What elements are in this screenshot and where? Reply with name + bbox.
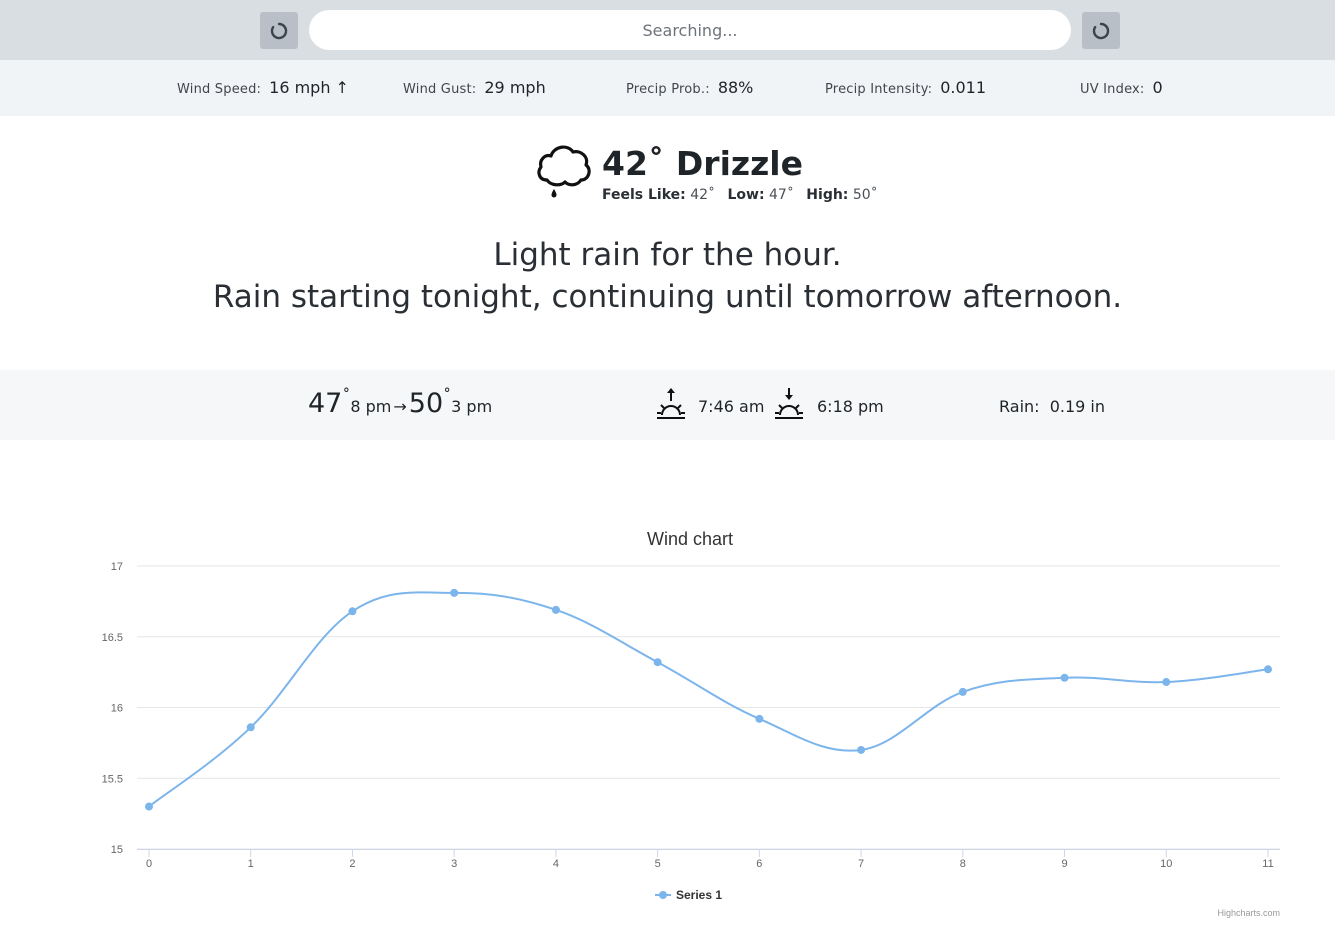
x-tick-label: 0 bbox=[146, 858, 152, 870]
refresh-button-right[interactable] bbox=[1082, 12, 1120, 49]
chart-title: Wind chart bbox=[647, 529, 733, 549]
x-tick-label: 2 bbox=[349, 858, 355, 870]
sunrise-icon bbox=[657, 388, 685, 419]
temp-low-time: 8 pm bbox=[350, 397, 392, 416]
current-headline: 42˚ Drizzle bbox=[602, 144, 803, 183]
stat-uv-index: UV Index: 0 bbox=[1080, 78, 1163, 98]
data-point[interactable] bbox=[755, 714, 764, 723]
stat-value: 0.011 bbox=[940, 78, 987, 97]
x-tick-label: 9 bbox=[1061, 858, 1067, 870]
feels-like-value: 42˚ bbox=[690, 187, 716, 203]
wind-chart: Wind chart 15 15.5 16 16.5 17 0 1 2 3 4 5 6 7 8 9 10 11… bbox=[102, 529, 1280, 918]
stat-label: Wind Gust: bbox=[403, 82, 477, 97]
daily-strip: 47˚8 pm →50˚3 pm 7:46 am 6:18 pm Rain: 0.… bbox=[0, 370, 1335, 440]
refresh-icon bbox=[270, 22, 288, 40]
sunrise-time: 7:46 am bbox=[698, 397, 765, 416]
data-point[interactable] bbox=[551, 605, 560, 614]
data-point[interactable] bbox=[246, 723, 255, 732]
chart-legend[interactable]: Series 1 bbox=[655, 888, 722, 902]
x-tick-label: 5 bbox=[655, 858, 661, 870]
y-tick-label: 15 bbox=[111, 844, 123, 856]
summary-line-1: Light rain for the hour. bbox=[493, 237, 842, 273]
stat-value: 88% bbox=[717, 78, 754, 97]
low-value: 47˚ bbox=[769, 187, 794, 203]
y-tick-label: 16.5 bbox=[102, 632, 123, 644]
stat-precip-prob: Precip Prob.: 88% bbox=[626, 78, 753, 98]
legend-label[interactable]: Series 1 bbox=[676, 888, 722, 902]
data-point[interactable] bbox=[450, 588, 459, 597]
sunset-icon bbox=[775, 388, 803, 419]
data-point[interactable] bbox=[1060, 673, 1069, 682]
data-point[interactable] bbox=[857, 745, 866, 754]
legend-marker bbox=[659, 891, 667, 899]
drizzle-cloud-icon bbox=[537, 145, 591, 198]
data-point[interactable] bbox=[958, 687, 967, 696]
temp-high-time: 3 pm bbox=[451, 397, 493, 416]
data-point[interactable] bbox=[145, 802, 153, 811]
temp-high-degree: ˚ bbox=[443, 387, 452, 406]
stat-precip-intensity: Precip Intensity: 0.011 bbox=[825, 78, 986, 98]
temp-high: 50 bbox=[408, 388, 444, 419]
rain-label: Rain: bbox=[999, 397, 1040, 416]
stat-value: 0 bbox=[1152, 78, 1163, 97]
data-point[interactable] bbox=[1264, 665, 1272, 674]
stat-value: 29 mph bbox=[484, 78, 546, 97]
stat-label: Wind Speed: bbox=[177, 82, 262, 97]
refresh-button-left[interactable] bbox=[260, 12, 298, 49]
stat-wind-speed: Wind Speed: 16 mph ↑ bbox=[177, 78, 349, 98]
temperature-range: 47˚8 pm →50˚3 pm bbox=[308, 387, 493, 419]
current-details: Feels Like: 42˚ Low: 47˚ High: 50˚ bbox=[602, 187, 886, 203]
conditions-stats-row: Wind Speed: 16 mph ↑ Wind Gust: 29 mph Pre… bbox=[0, 60, 1335, 116]
x-tick-label: 7 bbox=[858, 858, 864, 870]
x-tick-label: 1 bbox=[248, 858, 254, 870]
sunset-time: 6:18 pm bbox=[817, 397, 884, 416]
stat-label: Precip Intensity: bbox=[825, 82, 933, 97]
summary-line-2: Rain starting tonight, continuing until … bbox=[212, 279, 1123, 315]
x-tick-label: 6 bbox=[756, 858, 762, 870]
range-arrow: → bbox=[393, 397, 407, 416]
x-tick-label: 3 bbox=[451, 858, 457, 870]
feels-like-label: Feels Like: bbox=[602, 187, 686, 203]
temp-low: 47 bbox=[308, 388, 343, 419]
data-point[interactable] bbox=[653, 658, 662, 667]
stat-label: Precip Prob.: bbox=[626, 82, 710, 97]
x-tick-label: 10 bbox=[1160, 858, 1172, 870]
stat-wind-gust: Wind Gust: 29 mph bbox=[403, 78, 546, 98]
high-label: High: bbox=[806, 187, 849, 203]
series-line bbox=[148, 591, 1269, 808]
x-tick-label: 8 bbox=[960, 858, 966, 870]
x-tick-label: 4 bbox=[553, 858, 559, 870]
rain-total: Rain: 0.19 in bbox=[999, 397, 1105, 416]
stat-label: UV Index: bbox=[1080, 82, 1145, 97]
rain-value: 0.19 in bbox=[1049, 397, 1106, 416]
top-bar bbox=[0, 0, 1335, 60]
low-label: Low: bbox=[727, 187, 765, 203]
temp-low-degree: ˚ bbox=[342, 387, 351, 406]
y-tick-label: 16 bbox=[111, 703, 123, 715]
y-tick-label: 17 bbox=[111, 561, 123, 573]
data-point[interactable] bbox=[1162, 678, 1171, 687]
refresh-icon bbox=[1092, 22, 1110, 40]
data-point[interactable] bbox=[348, 607, 357, 616]
y-tick-label: 15.5 bbox=[102, 773, 123, 785]
search-input[interactable] bbox=[309, 10, 1071, 50]
stat-value: 16 mph ↑ bbox=[269, 78, 349, 97]
chart-credit[interactable]: Highcharts.com bbox=[1217, 908, 1280, 918]
x-tick-label: 11 bbox=[1262, 858, 1273, 870]
high-value: 50˚ bbox=[852, 187, 878, 203]
